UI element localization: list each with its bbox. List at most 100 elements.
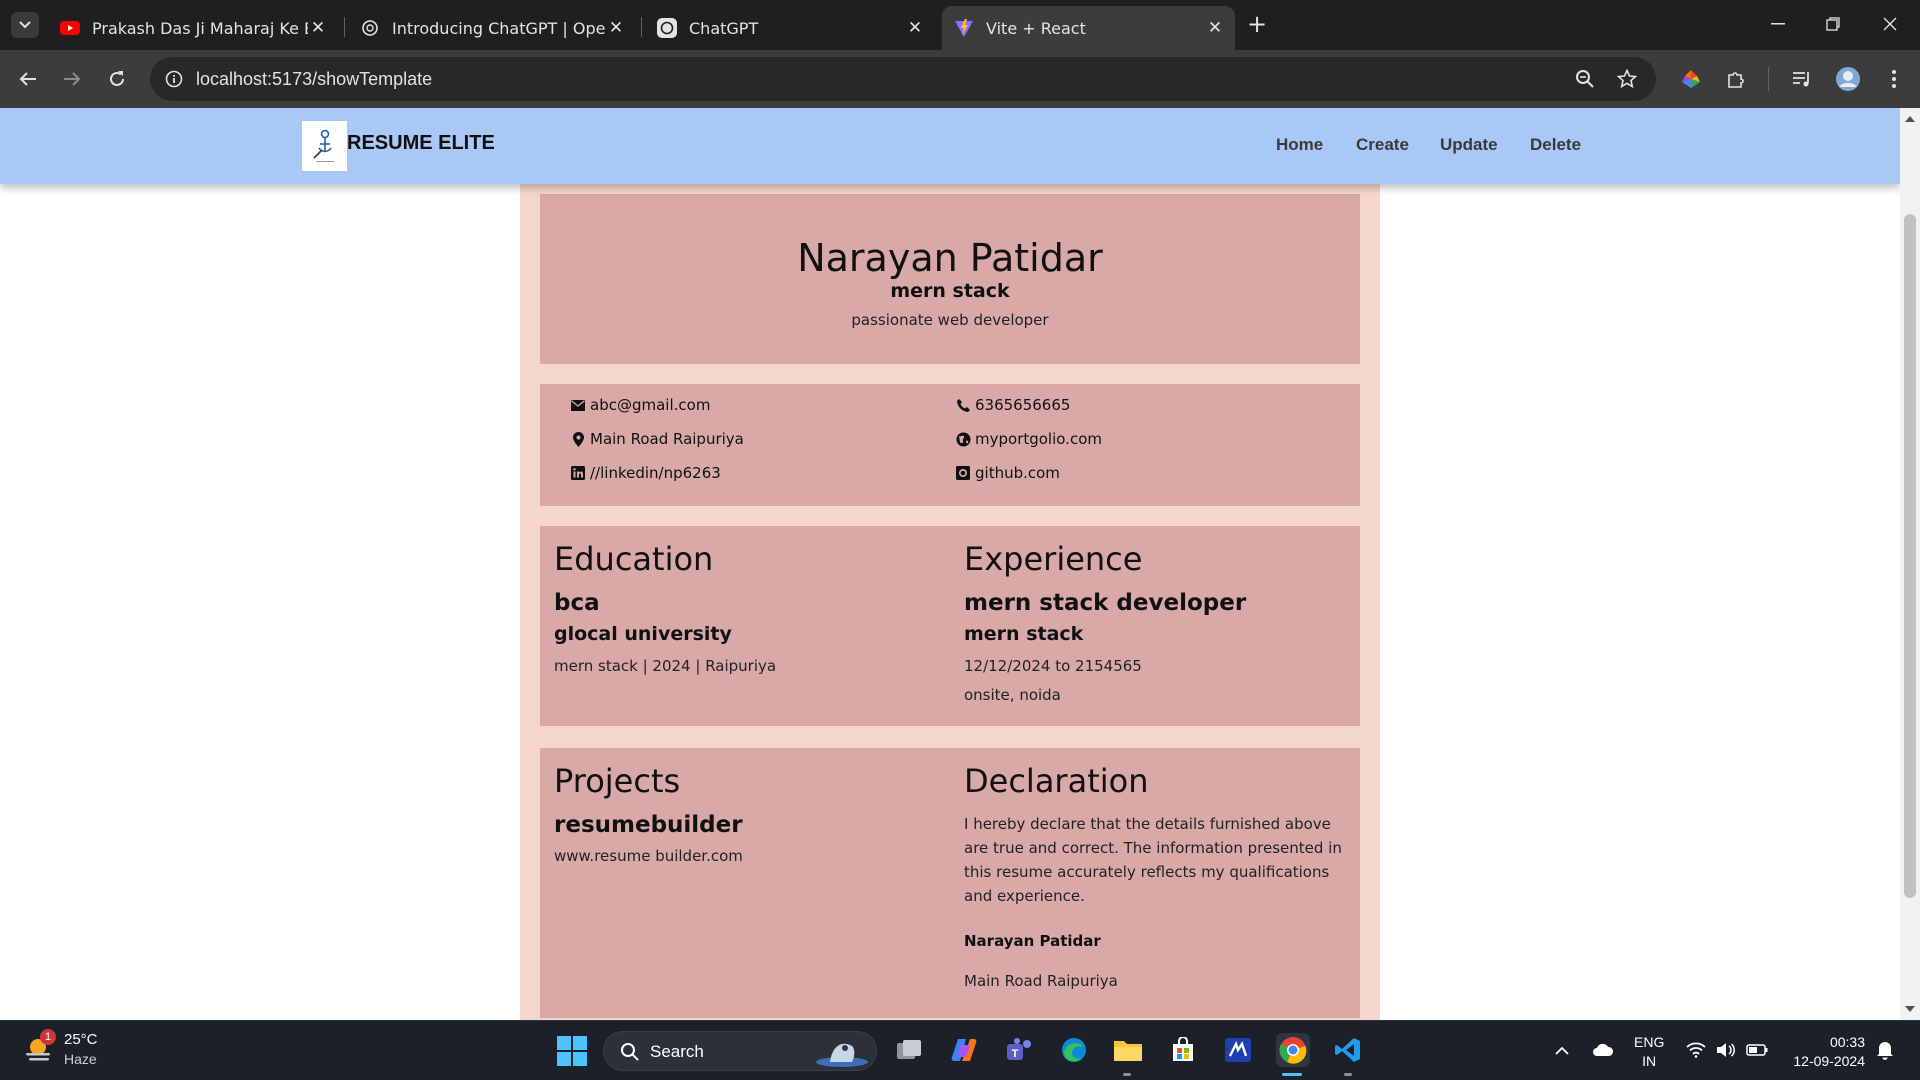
chrome-icon[interactable]	[1276, 1033, 1310, 1067]
more-menu-icon[interactable]	[1880, 65, 1908, 93]
teams-icon[interactable]: T	[1002, 1033, 1036, 1067]
clock-time: 00:33	[1829, 1034, 1865, 1050]
linkedin-text: //linkedin/np6263	[590, 464, 721, 482]
vscode-insiders-icon[interactable]	[1221, 1033, 1255, 1067]
zoom-icon[interactable]	[1574, 68, 1596, 90]
education-details: mern stack | 2024 | Raipuriya	[554, 657, 777, 675]
phone-text: 6365656665	[975, 396, 1071, 414]
back-icon[interactable]	[14, 65, 42, 93]
browser-tab-chatgpt[interactable]: ChatGPT ✕	[645, 6, 935, 50]
close-tab-icon[interactable]: ✕	[1205, 18, 1225, 38]
browser-toolbar: localhost:5173/showTemplate	[0, 50, 1920, 108]
portfolio-text: myportgolio.com	[975, 430, 1102, 448]
file-explorer-icon[interactable]	[1111, 1033, 1145, 1067]
browser-tab-vite-react[interactable]: Vite + React ✕	[942, 6, 1235, 50]
linkedin-icon	[570, 465, 586, 481]
page-viewport: RESUME ELITE Home Create Update Delete N…	[0, 108, 1900, 1020]
envelope-icon	[570, 397, 586, 413]
map-pin-icon	[570, 431, 586, 447]
site-navbar: RESUME ELITE Home Create Update Delete	[0, 108, 1900, 184]
vscode-icon[interactable]	[1331, 1033, 1365, 1067]
close-window-icon[interactable]	[1878, 12, 1902, 36]
taskbar-search-box[interactable]: Search	[603, 1031, 877, 1071]
github-icon	[955, 465, 971, 481]
input-language-indicator[interactable]: ENG IN	[1634, 1033, 1664, 1071]
address-text: Main Road Raipuriya	[590, 430, 744, 448]
battery-icon[interactable]	[1746, 1039, 1768, 1061]
edge-browser-icon[interactable]	[1057, 1033, 1091, 1067]
onedrive-cloud-icon[interactable]	[1592, 1039, 1614, 1061]
notification-bell-icon[interactable]	[1874, 1039, 1896, 1061]
show-hidden-icons-chevron-icon[interactable]	[1551, 1039, 1573, 1061]
nav-link-update[interactable]: Update	[1440, 135, 1498, 155]
resume-header-card: Narayan Patidar mern stack passionate we…	[540, 194, 1360, 364]
nav-link-delete[interactable]: Delete	[1530, 135, 1581, 155]
minimize-icon[interactable]	[1766, 12, 1790, 36]
system-clock[interactable]: 00:33 12-09-2024	[1785, 1033, 1865, 1071]
contact-portfolio: myportgolio.com	[955, 430, 1102, 448]
browser-tab-strip: Prakash Das Ji Maharaj Ke Bhaja ✕ Introd…	[0, 0, 1920, 50]
url-text: localhost:5173/showTemplate	[196, 69, 433, 89]
color-extension-icon[interactable]	[1677, 65, 1705, 93]
bookmark-star-icon[interactable]	[1616, 68, 1638, 90]
media-control-icon[interactable]	[1788, 65, 1816, 93]
experience-heading: Experience	[964, 540, 1143, 578]
toolbar-separator	[1768, 67, 1769, 91]
tab-separator	[641, 17, 642, 37]
browser-tab-openai[interactable]: Introducing ChatGPT | OpenAI ✕	[348, 6, 636, 50]
profile-avatar-icon[interactable]	[1834, 65, 1862, 93]
chatgpt-icon	[657, 18, 677, 38]
site-info-icon[interactable]	[163, 68, 185, 90]
contact-github: github.com	[955, 464, 1060, 482]
declaration-text: I hereby declare that the details furnis…	[964, 815, 1342, 905]
tab-separator	[344, 17, 345, 37]
close-tab-icon[interactable]: ✕	[606, 18, 626, 38]
microsoft-store-icon[interactable]	[1166, 1033, 1200, 1067]
language-code: ENG	[1634, 1034, 1665, 1050]
education-institution: glocal university	[554, 623, 732, 645]
app-active-indicator	[1282, 1073, 1302, 1076]
nav-link-create[interactable]: Create	[1356, 135, 1409, 155]
restore-icon[interactable]	[1821, 12, 1845, 36]
tab-title: Prakash Das Ji Maharaj Ke Bhaja	[92, 18, 308, 38]
search-highlight-illustration-icon	[816, 1043, 868, 1067]
experience-location: onsite, noida	[964, 686, 1061, 704]
globe-icon	[955, 431, 971, 447]
reload-icon[interactable]	[103, 65, 131, 93]
education-experience-card: Education bca glocal university mern sta…	[540, 526, 1360, 726]
region-code: IN	[1642, 1053, 1657, 1069]
email-text: abc@gmail.com	[590, 396, 711, 414]
site-logo[interactable]	[302, 121, 347, 171]
weather-condition: Haze	[64, 1051, 97, 1067]
new-tab-button[interactable]: +	[1245, 12, 1269, 37]
declaration-name: Narayan Patidar	[964, 932, 1101, 950]
scrollbar-thumb[interactable]	[1904, 214, 1916, 898]
browser-tab-youtube[interactable]: Prakash Das Ji Maharaj Ke Bhaja ✕	[48, 6, 338, 50]
openai-icon	[360, 18, 380, 38]
vite-icon	[954, 18, 974, 38]
nav-link-home[interactable]: Home	[1276, 135, 1323, 155]
brand-name[interactable]: RESUME ELITE	[347, 132, 495, 155]
wifi-icon[interactable]	[1685, 1039, 1707, 1061]
address-bar[interactable]: localhost:5173/showTemplate	[150, 57, 1656, 101]
experience-title: mern stack developer	[964, 590, 1247, 616]
search-label: Search	[650, 1042, 704, 1061]
scroll-up-arrow-icon[interactable]	[1905, 116, 1915, 122]
windows-taskbar: 1 25°C Haze Search T ENG IN 00:33 12-09-…	[0, 1020, 1920, 1080]
close-tab-icon[interactable]: ✕	[905, 18, 925, 38]
tab-search-button[interactable]	[11, 12, 39, 38]
scroll-down-arrow-icon[interactable]	[1905, 1006, 1915, 1012]
tab-title: Introducing ChatGPT | OpenAI	[392, 18, 606, 38]
volume-icon[interactable]	[1715, 1039, 1737, 1061]
education-degree: bca	[554, 590, 600, 616]
close-tab-icon[interactable]: ✕	[308, 18, 328, 38]
weather-badge: 1	[40, 1029, 56, 1045]
youtube-icon	[60, 18, 80, 38]
forward-icon[interactable]	[58, 65, 86, 93]
copilot-icon[interactable]	[947, 1033, 981, 1067]
windows-start-icon[interactable]	[557, 1036, 587, 1066]
extensions-puzzle-icon[interactable]	[1722, 65, 1750, 93]
tab-title: Vite + React	[986, 18, 1086, 38]
page-scrollbar[interactable]	[1900, 108, 1920, 1020]
task-view-icon[interactable]	[892, 1033, 926, 1067]
